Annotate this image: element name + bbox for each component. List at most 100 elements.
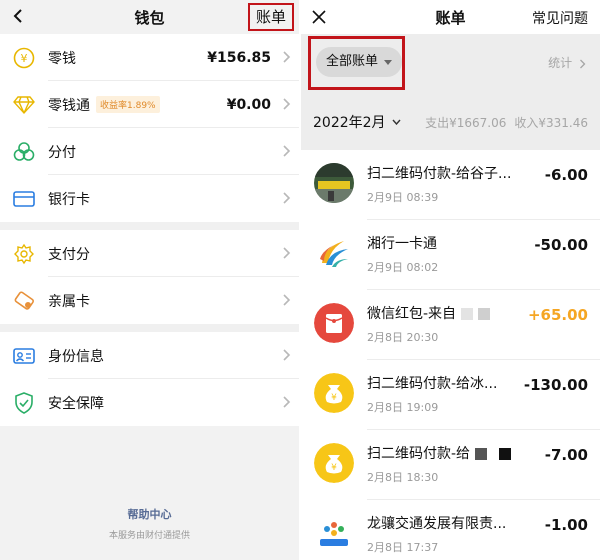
filter-label: 全部账单: [326, 54, 379, 69]
wallet-item-identity[interactable]: 身份信息: [0, 332, 299, 379]
close-icon[interactable]: [311, 9, 327, 25]
transaction-row[interactable]: 扫二维码付款-给谷子... 2月9日 08:39 -6.00: [301, 150, 600, 220]
balance-value: ¥156.85: [207, 49, 271, 66]
section-divider: [0, 222, 299, 230]
wallet-group-3: 身份信息 安全保障: [0, 332, 299, 426]
transaction-date: 2月9日 08:39: [367, 191, 439, 204]
svg-text:¥: ¥: [331, 393, 337, 403]
svg-text:¥: ¥: [331, 463, 337, 473]
month-selector[interactable]: 2022年2月: [313, 112, 401, 132]
transaction-date: 2月9日 08:02: [367, 261, 439, 274]
transaction-row[interactable]: 湘行一卡通 2月9日 08:02 -50.00: [301, 220, 600, 290]
transaction-date: 2月8日 20:30: [367, 331, 439, 344]
help-center-link[interactable]: 帮助中心: [0, 506, 299, 522]
shield-icon: [12, 391, 36, 415]
transaction-amount: -130.00: [523, 376, 588, 394]
transaction-amount: +65.00: [527, 306, 588, 324]
money-bag-avatar: ¥: [314, 443, 354, 483]
faq-link[interactable]: 常见问题: [532, 8, 588, 28]
wallet-item-label: 安全保障: [48, 395, 104, 412]
wallet-item-label: 支付分: [48, 246, 90, 263]
redaction-block: [461, 308, 474, 320]
wallet-item-lingqiantong[interactable]: 零钱通 收益率1.89% ¥0.00: [0, 81, 299, 128]
caret-down-icon: [384, 59, 393, 65]
wallet-header: 钱包 账单: [0, 0, 299, 34]
chevron-right-icon: [283, 51, 291, 63]
transaction-name: 扫二维码付款-给: [367, 443, 512, 463]
wallet-item-label: 银行卡: [48, 191, 90, 208]
chevron-right-icon: [580, 59, 586, 68]
transaction-amount: -1.00: [544, 516, 588, 534]
svg-text:¥: ¥: [21, 52, 28, 65]
page-title: 账单: [435, 8, 466, 27]
transaction-amount: -7.00: [544, 446, 588, 464]
transaction-name: 扫二维码付款-给冰...: [367, 376, 498, 392]
transaction-row[interactable]: 龙骧交通发展有限责... 2月8日 17:37 -1.00: [301, 500, 600, 560]
clover-icon: [12, 140, 36, 164]
wallet-item-fenfu[interactable]: 分付: [0, 128, 299, 175]
chevron-right-icon: [283, 145, 291, 157]
wallet-item-label: 零钱: [48, 50, 76, 67]
all-bills-filter-button[interactable]: 全部账单: [316, 47, 403, 77]
wallet-item-label: 亲属卡: [48, 293, 90, 310]
yield-badge: 收益率1.89%: [96, 96, 160, 113]
redaction-block: [475, 448, 488, 460]
statistics-label: 统计: [548, 56, 573, 70]
chevron-right-icon: [283, 349, 291, 361]
wallet-group-1: ¥ 零钱 ¥156.85 零钱通 收益率1.89% ¥0.00 分付 银行卡: [0, 34, 299, 222]
statistics-link[interactable]: 统计: [548, 54, 586, 71]
transaction-list: 扫二维码付款-给谷子... 2月9日 08:39 -6.00 湘行一卡通 2月9…: [301, 150, 600, 560]
wallet-item-label: 零钱通: [48, 97, 90, 114]
wallet-item-change[interactable]: ¥ 零钱 ¥156.85: [0, 34, 299, 81]
total-income: 收入¥331.46: [514, 115, 588, 130]
transaction-date: 2月8日 19:09: [367, 401, 439, 414]
wallet-panel: 钱包 账单 ¥ 零钱 ¥156.85 零钱通 收益率1.89% ¥0.00 分付…: [0, 0, 299, 560]
chevron-right-icon: [283, 396, 291, 408]
redaction-block: [499, 448, 512, 460]
diamond-icon: [12, 93, 36, 117]
transaction-name: 扫二维码付款-给谷子...: [367, 166, 512, 182]
money-bag-avatar: ¥: [314, 373, 354, 413]
section-divider: [0, 324, 299, 332]
month-label: 2022年2月: [313, 115, 386, 131]
transaction-date: 2月8日 18:30: [367, 471, 439, 484]
page-title: 钱包: [134, 8, 165, 27]
transaction-name: 微信红包-来自: [367, 303, 491, 323]
wallet-item-label: 身份信息: [48, 348, 104, 365]
filter-bar: 全部账单 统计: [301, 34, 600, 94]
bill-panel: 账单 常见问题 全部账单 统计 2022年2月 支出¥1667.06 收入¥331…: [301, 0, 600, 560]
wallet-item-security[interactable]: 安全保障: [0, 379, 299, 426]
redaction-block: [478, 308, 491, 320]
transaction-row[interactable]: 微信红包-来自 2月8日 20:30 +65.00: [301, 290, 600, 360]
transaction-name: 湘行一卡通: [367, 236, 437, 252]
bill-link-button[interactable]: 账单: [247, 3, 294, 31]
wallet-item-bank-card[interactable]: 银行卡: [0, 175, 299, 222]
wallet-item-pay-score[interactable]: 支付分: [0, 230, 299, 277]
bill-header: 账单 常见问题: [301, 0, 600, 34]
transaction-row[interactable]: ¥ 扫二维码付款-给冰... 2月8日 19:09 -130.00: [301, 360, 600, 430]
transaction-date: 2月8日 17:37: [367, 541, 439, 554]
wallet-item-label: 分付: [48, 144, 76, 161]
month-bar: 2022年2月 支出¥1667.06 收入¥331.46: [301, 94, 600, 150]
chevron-right-icon: [283, 192, 291, 204]
transaction-row[interactable]: ¥ 扫二维码付款-给 2月8日 18:30 -7.00: [301, 430, 600, 500]
total-spend: 支出¥1667.06: [425, 115, 507, 130]
wallet-item-family-card[interactable]: 亲属卡: [0, 277, 299, 324]
red-packet-avatar: [314, 303, 354, 343]
id-card-icon: [12, 344, 36, 368]
transaction-amount: -6.00: [544, 166, 588, 184]
chevron-right-icon: [283, 247, 291, 259]
wallet-group-2: 支付分 亲属卡: [0, 230, 299, 324]
balance-value: ¥0.00: [226, 96, 271, 113]
provider-note: 本服务由财付通提供: [108, 531, 190, 541]
family-card-icon: [12, 289, 36, 313]
back-arrow-icon[interactable]: [10, 7, 28, 25]
transaction-amount: -50.00: [534, 236, 588, 254]
transaction-name: 龙骧交通发展有限责...: [367, 516, 507, 532]
chevron-down-icon: [392, 119, 401, 125]
longxiang-logo-avatar: [314, 513, 354, 553]
photo-avatar: [314, 163, 354, 203]
chevron-right-icon: [283, 294, 291, 306]
bank-card-icon: [12, 187, 36, 211]
yuan-coin-icon: ¥: [12, 46, 36, 70]
